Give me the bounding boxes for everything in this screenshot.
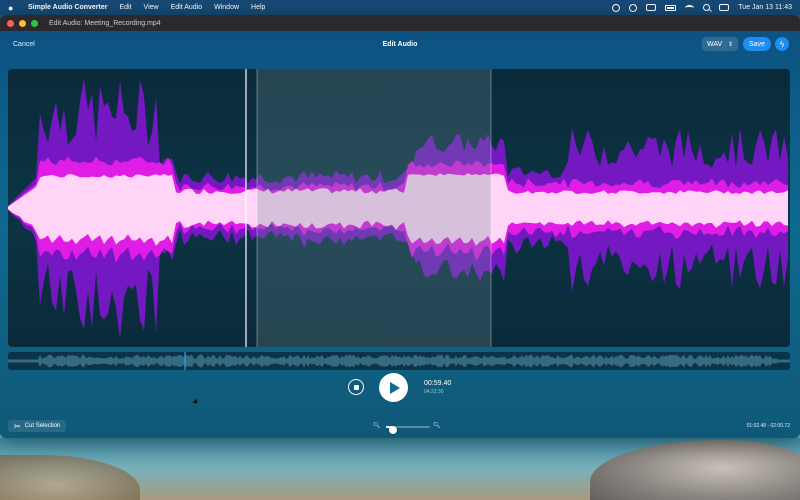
save-button[interactable]: Save: [743, 37, 771, 51]
apple-icon[interactable]: ●: [8, 3, 16, 13]
cut-selection-label: Cut Selection: [24, 423, 61, 429]
spotlight-search-icon[interactable]: [703, 4, 711, 11]
stop-button[interactable]: [348, 379, 364, 395]
battery-icon[interactable]: [665, 4, 677, 11]
menu-window[interactable]: Window: [214, 4, 239, 11]
cancel-button[interactable]: Cancel: [13, 41, 35, 48]
zoom-in-icon[interactable]: 🔍︎: [433, 422, 441, 429]
scissors-icon: ✂: [14, 421, 21, 431]
window-title: Edit Audio: Meeting_Recording.mp4: [49, 19, 161, 27]
play-icon: [390, 381, 400, 394]
menu-bar: ● Simple Audio Converter Edit View Edit …: [0, 0, 800, 15]
close-window-button[interactable]: [7, 19, 14, 27]
menu-clock[interactable]: Tue Jan 13 11:43: [738, 4, 792, 11]
waveform-graphic: [8, 69, 790, 347]
status-icon-1[interactable]: [612, 3, 621, 12]
zoom-slider-thumb[interactable]: [388, 426, 397, 434]
status-icon-3[interactable]: [646, 4, 657, 11]
menu-app-name[interactable]: Simple Audio Converter: [28, 4, 107, 11]
zoom-out-icon[interactable]: 🔍︎: [373, 422, 381, 429]
format-select[interactable]: WAV ⇕: [702, 37, 738, 51]
lightning-bolt-icon[interactable]: ϟ: [775, 37, 789, 51]
zoom-slider[interactable]: [386, 426, 430, 434]
current-time: 00:59.40: [424, 380, 452, 387]
total-time: 04:22.30: [424, 389, 444, 395]
overview-graphic: [8, 352, 790, 370]
menu-edit-audio[interactable]: Edit Audio: [171, 4, 203, 11]
wifi-icon[interactable]: [685, 4, 695, 11]
page-title: Edit Audio: [382, 41, 418, 48]
app-window: Edit Audio: Meeting_Recording.mp4 Cancel…: [0, 15, 800, 438]
waveform-overview[interactable]: [8, 352, 790, 370]
cut-selection-button[interactable]: ✂ Cut Selection: [8, 420, 67, 432]
status-icon-2[interactable]: [629, 3, 638, 12]
toolbar: Cancel Edit Audio WAV ⇕ Save ϟ: [0, 31, 800, 59]
bottom-bar: ✂ Cut Selection 🔍︎ 🔍︎ 01:02.48 - 02:00.7…: [0, 418, 800, 434]
zoom-control: 🔍︎ 🔍︎: [373, 422, 443, 434]
zoom-window-button[interactable]: [31, 19, 38, 27]
format-select-value: WAV: [707, 40, 723, 48]
selection-range: 01:02.48 - 02:00.72: [746, 423, 790, 429]
play-button[interactable]: [379, 373, 408, 402]
playback-controls: 00:59.40 04:22.30: [0, 372, 800, 412]
stop-icon: [353, 384, 359, 390]
menu-edit[interactable]: Edit: [119, 4, 131, 11]
menu-view[interactable]: View: [144, 4, 159, 11]
waveform-editor[interactable]: [8, 69, 790, 347]
menu-help[interactable]: Help: [251, 4, 265, 11]
control-center-icon[interactable]: [719, 4, 730, 11]
title-bar: Edit Audio: Meeting_Recording.mp4: [0, 15, 800, 31]
chevron-up-down-icon: ⇕: [727, 41, 733, 48]
minimize-window-button[interactable]: [19, 19, 26, 27]
selection-region[interactable]: [257, 69, 491, 347]
